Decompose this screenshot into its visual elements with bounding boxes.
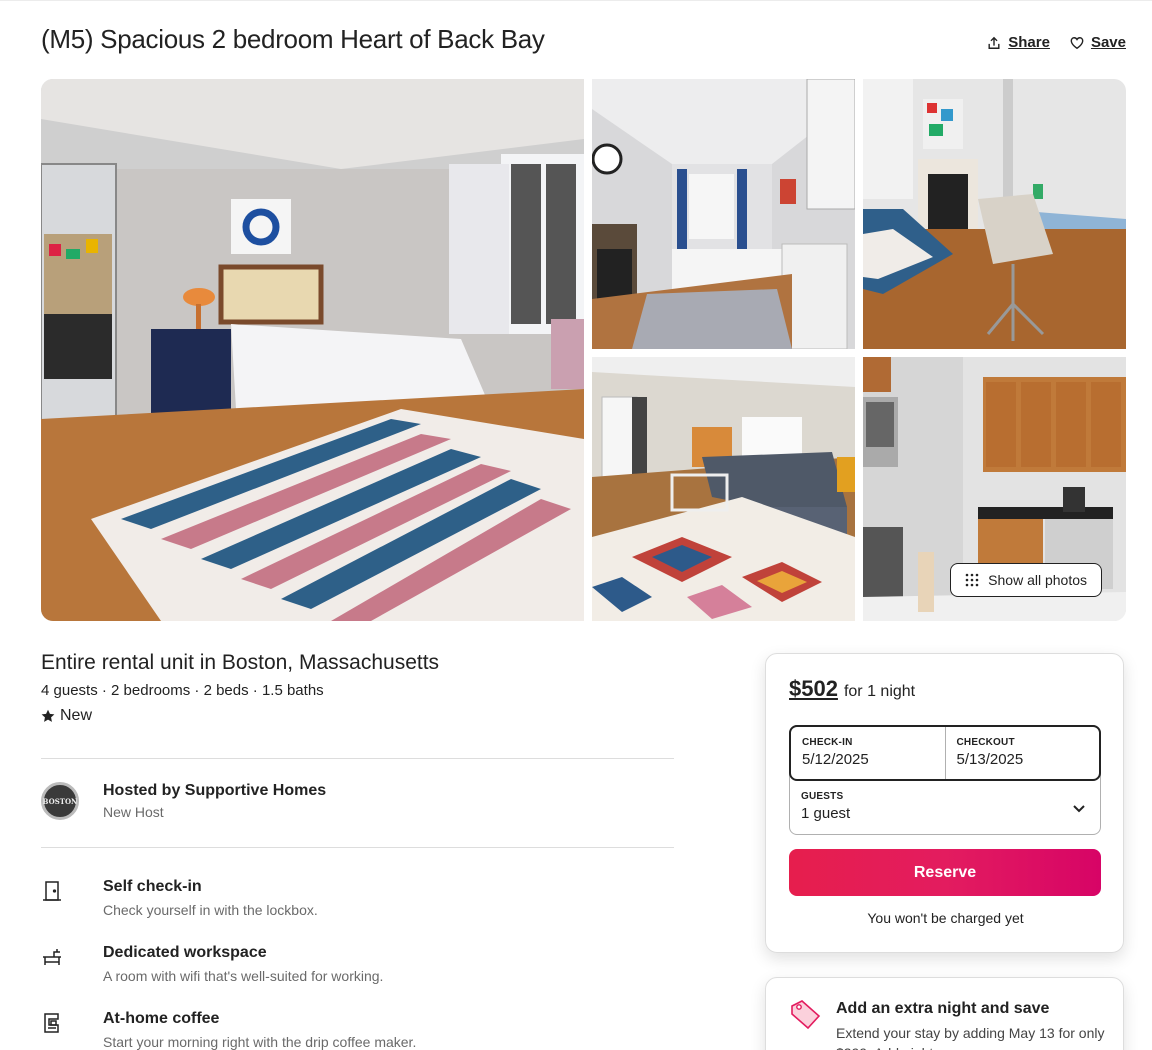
star-icon [41,709,55,722]
host-status: New Host [103,804,164,820]
promo-text[interactable]: Extend your stay by adding May 13 for on… [836,1023,1106,1050]
price-unit: for 1 night [843,683,916,700]
host-avatar[interactable]: BOSTON [41,782,79,820]
feature-description: Start your morning right with the drip c… [103,1034,417,1050]
rating-label: New [60,707,93,724]
heart-icon [1070,36,1084,49]
extra-night-card: Add an extra night and save Extend your … [765,977,1124,1050]
price-amount[interactable]: $502 [789,676,838,702]
guests-label: GUESTS [801,791,844,802]
checkin-field[interactable]: CHECK-IN 5/12/2025 [791,727,945,779]
photo-gallery: Show all photos [41,79,1126,621]
listing-facts: 4 guests · 2 bedrooms · 2 beds · 1.5 bat… [41,682,324,699]
date-guest-picker: CHECK-IN 5/12/2025 CHECKOUT 5/13/2025 GU… [789,725,1101,835]
feature-self-checkin: Self check-in Check yourself in with the… [41,878,318,918]
listing-subtitle: Entire rental unit in Boston, Massachuse… [41,651,440,674]
rating: New [41,707,92,725]
charge-note: You won't be charged yet [867,910,1024,926]
checkout-label: CHECKOUT [956,737,1015,748]
share-label: Share [1008,34,1050,51]
host-section: BOSTON Hosted by Supportive Homes New Ho… [41,782,326,820]
checkin-value: 5/12/2025 [802,751,869,768]
save-button[interactable]: Save [1070,34,1126,51]
show-all-photos-button[interactable]: Show all photos [950,563,1102,597]
reserve-button[interactable]: Reserve [789,849,1101,896]
feature-title: Self check-in [103,878,202,895]
show-all-photos-label: Show all photos [988,572,1087,588]
feature-description: A room with wifi that's well-suited for … [103,968,384,984]
desk-icon [43,949,61,965]
avatar-text: BOSTON [42,796,78,806]
chevron-down-icon [1073,805,1085,813]
feature-workspace: Dedicated workspace A room with wifi tha… [41,944,383,984]
photo-bedroom-second[interactable] [592,79,855,349]
promo-title: Add an extra night and save [836,1000,1050,1017]
grid-icon [965,573,979,587]
photo-workspace[interactable] [863,79,1126,349]
checkout-value: 5/13/2025 [956,751,1024,768]
host-name: Hosted by Supportive Homes [103,782,327,799]
share-icon [988,36,1000,49]
share-button[interactable]: Share [987,34,1050,51]
date-range: CHECK-IN 5/12/2025 CHECKOUT 5/13/2025 [789,725,1101,781]
feature-title: Dedicated workspace [103,944,267,961]
checkout-field[interactable]: CHECKOUT 5/13/2025 [944,727,1100,779]
top-divider [0,0,1152,4]
divider [41,758,674,759]
coffee-maker-icon [44,1013,59,1033]
booking-card: $502 for 1 night CHECK-IN 5/12/2025 CHEC… [765,653,1124,953]
listing-title: (M5) Spacious 2 bedroom Heart of Back Ba… [41,24,545,54]
feature-title: At-home coffee [103,1010,220,1027]
checkin-label: CHECK-IN [802,737,853,748]
price-tag-icon [791,1000,821,1030]
save-label: Save [1090,34,1126,51]
guests-value: 1 guest [801,805,851,822]
guests-dropdown[interactable]: GUESTS 1 guest [790,781,1100,835]
price: $502 for 1 night [789,676,915,702]
door-icon [43,881,61,901]
feature-description: Check yourself in with the lockbox. [103,902,318,918]
listing-actions: Share Save [987,34,1126,51]
feature-coffee: At-home coffee Start your morning right … [41,1010,416,1050]
divider [41,847,674,848]
photo-living-room[interactable] [592,357,855,621]
photo-bedroom-main[interactable] [41,79,584,621]
